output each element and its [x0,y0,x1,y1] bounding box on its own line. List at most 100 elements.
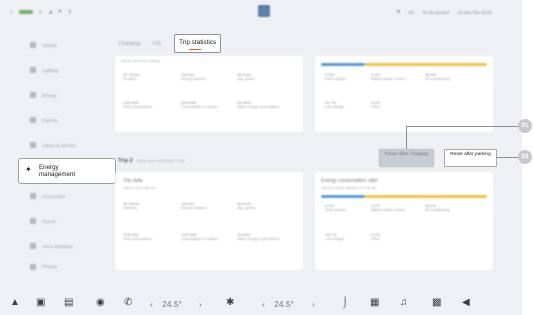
metric-label: Other [371,237,380,241]
trip2-energy-ratio-card: Energy consumption ratio Typical energy … [315,172,493,270]
music-icon[interactable]: ♫ [400,298,408,308]
metric-label: Driving distance [181,206,207,210]
energy-bar-yellow [365,195,487,198]
temp-right-decrease-button[interactable]: ‹ [262,299,265,309]
energy-bar-blue [321,63,365,66]
service-label: Ts Iks service [422,9,450,15]
card-subtitle: Typical energy statistics for this trip [321,186,377,190]
climate-icon[interactable]: ✱ [226,298,234,308]
ratio-air-conditioning: 36.5% Air conditioning [425,203,450,212]
metric-distance: 3h 15min Distance [123,201,139,210]
sidebar-item-voice-assistant[interactable]: Voice assistant [14,234,114,259]
temp-left-increase-button[interactable]: › [199,299,202,309]
metric-label: Other [371,105,380,109]
sound-icon [30,218,36,224]
metric-label: Duration [123,77,137,81]
metric-driving-distance: 228 km Driving distance [181,72,207,81]
temp-right-label: 24.5° [274,299,294,309]
sidebar-item-exterior[interactable]: Exterior [14,108,114,133]
door-icon [30,117,36,123]
sidebar-item-driving[interactable]: Driving [14,83,114,108]
metric-static-consumption: 28 kWh Static energy consumption [237,232,285,241]
metric-label: Driving distance [181,77,207,81]
battery-icon [18,10,33,14]
metric-duration: 3h 15min Duration [123,72,139,81]
sidebar-item-label: Connection [42,194,66,199]
ratio-drive-system: 0.0% Drive system [325,72,346,81]
metric-driving-distance: 228 km Driving distance [181,201,207,210]
heated-wheel-icon[interactable]: ⌡ [342,298,348,308]
metric-avg-speed: 46 km/h Avg. speed [237,201,255,210]
home-icon[interactable]: ▲ [10,298,20,308]
metric-label: Avg. speed [237,206,255,210]
card-subtitle: Values since last charge [121,59,160,63]
sidebar-item-privacy[interactable]: Privacy [14,259,114,273]
metric-label: Total consumption [123,237,152,241]
sidebar-item-label: Sound [42,219,56,224]
volume-icon[interactable]: ◀ [462,298,470,308]
phone-icon[interactable]: ✆ [124,298,132,308]
metric-label: Low voltage [325,237,345,241]
trip2-heading: Trip 2 [118,158,133,164]
ratio-low-voltage: 49.7% Low voltage [325,100,344,109]
tab-trip-statistics[interactable]: Trip statistics [174,34,222,53]
metric-label: Drive system [325,77,346,81]
card-subtitle: Values since last trip [123,186,156,190]
metric-label: Air conditioning [425,208,450,212]
arrow-icon: ◢ [48,9,52,14]
metric-label: Battery status control [371,77,405,81]
ratio-drive-system: 0.0% Drive system [325,203,346,212]
ratio-battery-status: 0.0% Battery status control [371,203,411,212]
tab-bar: Charging V2L Trip statistics [118,34,222,53]
reset-after-charging-button[interactable]: Reset after charging [379,149,434,167]
sidebar-item-vehicle[interactable]: Vehicle [14,33,114,58]
trip1-energy-ratio-card: 0.0% Drive system 0.0% Battery status cont… [315,56,493,132]
lock-icon [30,264,36,270]
car-icon[interactable]: ▣ [36,298,45,308]
metric-label: Static energy consumption [237,105,280,109]
callout-02-line [497,157,519,158]
sidebar-item-label: Energy management [39,164,76,178]
tab-charging[interactable]: Charging [118,41,140,47]
light-icon [30,67,36,73]
metric-label: Static energy consumption [237,237,280,241]
active-tab-indicator [189,48,202,50]
tab-v2l[interactable]: V2L [152,41,162,47]
sidebar-item-lighting[interactable]: Lighting [14,58,114,83]
apps-icon[interactable]: ▦ [370,298,379,308]
ratio-other: 0.0% Other [371,232,380,241]
sidebar-item-connection[interactable]: Connection [14,184,114,209]
energy-bar-blue [321,195,365,198]
temp-right-increase-button[interactable]: › [312,299,315,309]
metric-static-consumption: 28 kWh Static energy consumption [237,100,285,109]
reset-after-parking-button[interactable]: Reset after parking [444,149,497,167]
sidebar-item-label: Privacy [42,263,58,269]
flag-icon: ⚑ [57,9,62,14]
sidebar-item-label: Driving [42,93,57,98]
wifi-icon: ⊙ [38,9,43,14]
trip2-data-card: Trip data Values since last trip 3h 15mi… [115,172,303,270]
sidebar-item-sound[interactable]: Sound [14,209,114,234]
temp-left-decrease-button[interactable]: ‹ [150,299,153,309]
sidebar-item-safety[interactable]: Safety & Service [14,133,114,158]
temp-left-label: 24.5° [162,299,182,309]
car-icon [30,42,36,48]
metric-label: Distance [123,206,137,210]
tab-trip-statistics-label: Trip statistics [179,39,217,46]
sidebar-item-label: Safety & Service [42,143,76,148]
fan-icon[interactable]: ◉ [96,298,105,308]
link-icon [30,193,36,199]
sidebar-item-label: Lighting [42,68,59,73]
app-logo-icon [258,5,270,17]
metric-label: Total consumption [123,105,152,109]
metric-total-consumption: 228 kWh Total consumption [123,100,152,109]
signal-icon: ≡ [10,9,13,15]
seat-icon[interactable]: ▤ [64,298,73,308]
energy-icon: ✦ [25,165,32,174]
clock-label: 16 Mar Sat 19:52 [457,9,492,15]
sidebar-item-energy-management[interactable]: ✦ Energy management [18,158,116,184]
metric-consumption-in-motion: 228 kWh Consumption in motion [181,232,229,241]
grid-icon[interactable]: ▩ [432,298,441,308]
ratio-air-conditioning: 36.5% Air conditioning [425,72,450,81]
energy-bar-yellow [365,63,487,66]
